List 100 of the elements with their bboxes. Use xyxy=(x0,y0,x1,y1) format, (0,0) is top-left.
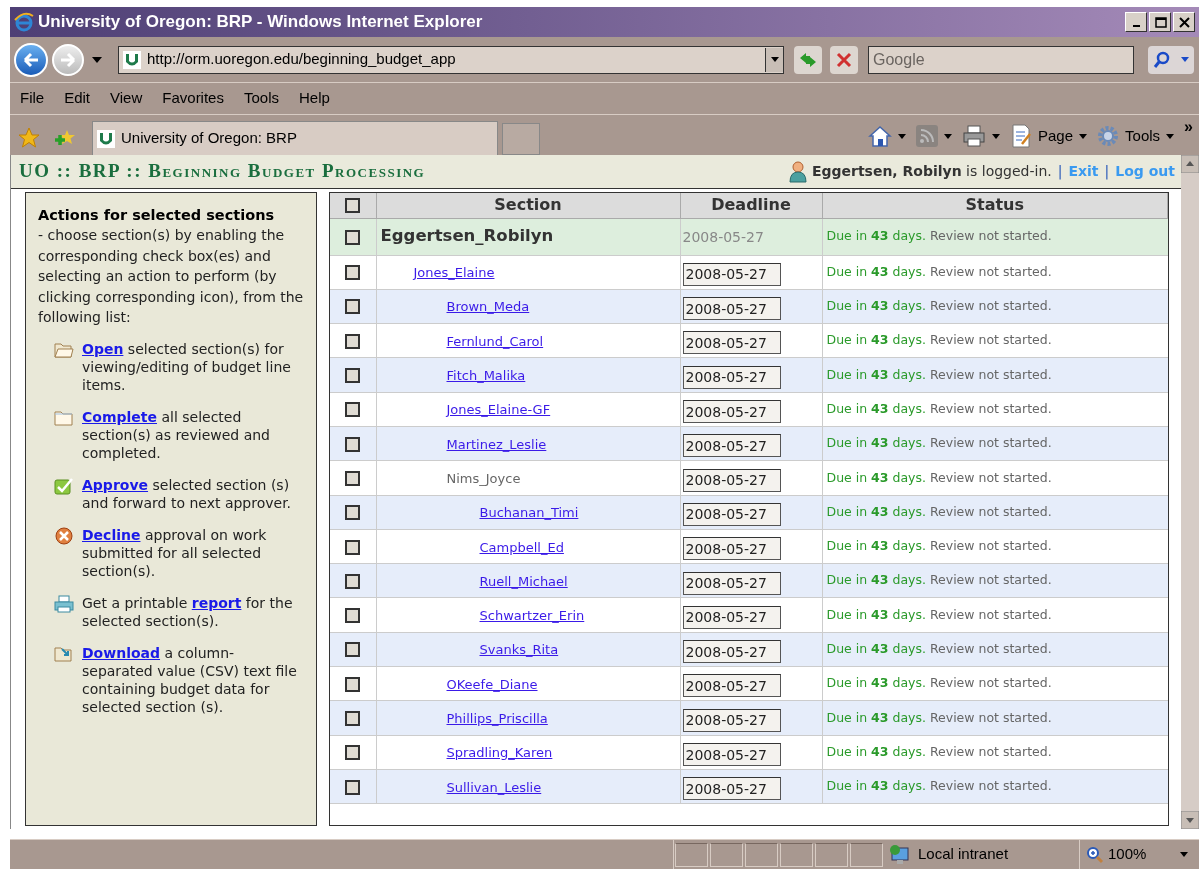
scroll-down-icon[interactable] xyxy=(1181,811,1199,829)
row-checkbox[interactable] xyxy=(345,402,361,418)
page-button[interactable]: Page xyxy=(1010,124,1088,148)
home-button[interactable] xyxy=(868,125,906,147)
section-link[interactable]: Jones_Elaine-GF xyxy=(446,402,551,418)
action-link[interactable]: report xyxy=(191,594,242,611)
address-field[interactable]: http://orm.uoregon.edu/beginning_budget_app xyxy=(118,45,784,74)
deadline-field[interactable]: 2008-05-27 xyxy=(682,297,781,321)
row-checkbox[interactable] xyxy=(345,299,361,315)
deadline-field[interactable]: 2008-05-27 xyxy=(682,262,781,286)
feeds-button[interactable] xyxy=(916,125,952,147)
status-text: Due in 43 days. Review not started. xyxy=(822,289,1168,324)
section-link[interactable]: Buchanan_Timi xyxy=(479,505,579,521)
row-checkbox[interactable] xyxy=(345,539,361,555)
login-status: Eggertsen, Robilyn is logged-in. xyxy=(811,162,1052,181)
deadline-field[interactable]: 2008-05-27 xyxy=(682,537,781,561)
deadline-field[interactable]: 2008-05-27 xyxy=(682,502,781,526)
section-link[interactable]: Ruell_Michael xyxy=(479,573,568,589)
more-chevron[interactable]: » xyxy=(1184,115,1193,139)
app-title: UO :: BRP :: Beginning Budget Processing xyxy=(19,159,427,184)
checkmark-icon xyxy=(54,476,74,495)
deadline-field[interactable]: 2008-05-27 xyxy=(682,331,781,355)
refresh-button[interactable] xyxy=(794,45,822,74)
section-link[interactable]: Spradling_Karen xyxy=(446,745,553,761)
section-link[interactable]: Schwartzer_Erin xyxy=(479,608,585,624)
section-link[interactable]: Brown_Meda xyxy=(446,299,530,315)
back-button[interactable] xyxy=(14,42,48,77)
maximize-button[interactable] xyxy=(1149,12,1171,32)
forward-button[interactable] xyxy=(52,43,84,76)
section-link[interactable]: Fitch_Malika xyxy=(446,368,526,384)
menu-item[interactable]: File xyxy=(20,87,45,110)
panel-description: - choose section(s) by enabling the corresponding check box(es) and selecting an action to perform (by clicking corresponding icon), from the following list: xyxy=(38,226,304,327)
section-link[interactable]: Martinez_Leslie xyxy=(446,436,547,452)
action-description: Download a column-separated value (CSV) text file containing budget data for selected section (s). xyxy=(82,643,298,716)
deadline-field[interactable]: 2008-05-27 xyxy=(682,708,781,732)
section-link[interactable]: Jones_Elaine xyxy=(413,265,495,281)
row-checkbox[interactable] xyxy=(345,745,361,761)
deadline-field[interactable]: 2008-05-27 xyxy=(682,640,781,664)
deadline-field[interactable]: 2008-05-27 xyxy=(682,777,781,801)
row-checkbox[interactable] xyxy=(345,779,361,795)
section-link[interactable]: Sullivan_Leslie xyxy=(446,779,542,795)
row-checkbox[interactable] xyxy=(345,470,361,486)
menu-item[interactable]: Edit xyxy=(64,87,91,110)
menu-item[interactable]: Help xyxy=(299,87,330,110)
action-link[interactable]: Open xyxy=(82,340,124,357)
section-link[interactable]: Phillips_Priscilla xyxy=(446,711,548,726)
dropdown-caret-icon xyxy=(1079,133,1088,139)
dropdown-caret-icon[interactable] xyxy=(770,57,779,62)
feed-icon xyxy=(916,125,938,147)
column-header: Deadline xyxy=(711,195,791,215)
deadline-field[interactable]: 2008-05-27 xyxy=(682,571,781,595)
status-text: Due in 43 days. Review not started. xyxy=(822,218,1168,255)
row-checkbox[interactable] xyxy=(345,368,361,384)
zoom-button[interactable]: 100% xyxy=(1086,843,1189,866)
deadline-field[interactable]: 2008-05-27 xyxy=(682,400,781,424)
computer-globe-icon xyxy=(888,842,912,867)
deadline-field[interactable]: 2008-05-27 xyxy=(682,434,781,458)
row-checkbox[interactable] xyxy=(345,608,361,624)
row-checkbox[interactable] xyxy=(345,676,361,692)
section-link[interactable]: Campbell_Ed xyxy=(479,539,564,555)
action-link[interactable]: Download xyxy=(82,644,161,661)
status-text: Due in 43 days. Review not started. xyxy=(822,529,1168,564)
action-link[interactable]: Approve xyxy=(82,476,149,493)
section-link[interactable]: Fernlund_Carol xyxy=(446,333,544,349)
row-checkbox[interactable] xyxy=(345,711,361,726)
row-checkbox[interactable] xyxy=(345,573,361,589)
stop-button[interactable] xyxy=(830,45,858,74)
deadline-field[interactable]: 2008-05-27 xyxy=(682,674,781,698)
star-icon[interactable] xyxy=(18,127,40,149)
deadline-field[interactable]: 2008-05-27 xyxy=(682,743,781,767)
row-checkbox[interactable] xyxy=(345,642,361,658)
row-checkbox[interactable] xyxy=(345,436,361,452)
close-button[interactable] xyxy=(1173,12,1195,32)
section-link[interactable]: OKeefe_Diane xyxy=(446,676,538,692)
row-checkbox[interactable] xyxy=(345,229,361,245)
browser-tab[interactable]: University of Oregon: BRP xyxy=(92,121,498,155)
scroll-up-icon[interactable] xyxy=(1181,155,1199,173)
action-link[interactable]: Complete xyxy=(82,408,157,425)
deadline-field[interactable]: 2008-05-27 xyxy=(682,468,781,492)
row-checkbox[interactable] xyxy=(345,505,361,521)
search-button[interactable] xyxy=(1148,45,1194,74)
search-field[interactable]: Google xyxy=(868,45,1134,74)
print-button[interactable] xyxy=(962,125,1000,147)
row-checkbox[interactable] xyxy=(345,333,361,349)
menu-item[interactable]: View xyxy=(110,87,143,110)
tools-button[interactable]: Tools xyxy=(1097,124,1175,148)
scrollbar[interactable] xyxy=(1181,155,1199,829)
menu-item[interactable]: Favorites xyxy=(162,87,224,110)
dropdown-caret-icon[interactable] xyxy=(92,56,102,63)
row-checkbox[interactable] xyxy=(345,265,361,281)
deadline-field[interactable]: 2008-05-27 xyxy=(682,365,781,389)
menu-item[interactable]: Tools xyxy=(243,87,279,110)
window-title: University of Oregon: BRP - Windows Internet Explorer xyxy=(38,11,484,34)
deadline-text: 2008-05-27 xyxy=(682,228,764,245)
select-all-checkbox[interactable] xyxy=(345,198,361,214)
section-link[interactable]: Svanks_Rita xyxy=(479,642,559,658)
deadline-field[interactable]: 2008-05-27 xyxy=(682,605,781,629)
status-pane xyxy=(850,842,883,867)
minimize-button[interactable] xyxy=(1125,12,1147,32)
action-link[interactable]: Decline xyxy=(82,526,141,543)
